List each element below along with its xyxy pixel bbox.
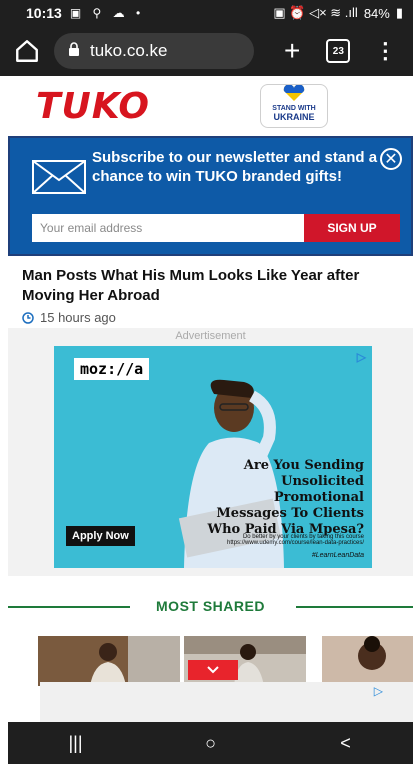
battery-level: 84% [363,5,390,21]
adchoices-icon[interactable]: ▷ [357,350,366,364]
home-button[interactable]: ○ [191,733,231,754]
battery-icon: ▮ [395,5,403,20]
collapse-ad-button[interactable] [188,660,238,680]
address-bar[interactable]: tuko.co.ke [54,33,254,69]
article-card[interactable]: Man Posts What His Mum Looks Like Year a… [22,266,402,325]
status-time: 10:13 [26,5,62,21]
status-notification-icons: ▣ ⚲ ☁ • [69,6,145,20]
clock-icon [22,311,34,324]
ad-headline: Are You Sending Unsolicited Promotional … [207,458,364,537]
close-icon[interactable]: ✕ [380,148,402,170]
thumbnail-3[interactable] [322,636,413,686]
article-time: 15 hours ago [40,310,116,325]
site-header: TUKO STAND WITH UKRAINE [0,76,413,134]
advertisement-box: Advertisement moz://a ▷ Are You Sending … [8,328,413,576]
lock-icon [68,41,80,61]
most-shared-heading: MOST SHARED [8,596,413,616]
ukraine-heart-icon [261,84,327,105]
tuko-logo[interactable]: TUKO [36,86,150,127]
android-nav-bar: ||| ○ < [8,722,413,764]
apply-now-button[interactable]: Apply Now [66,526,135,546]
back-button[interactable]: < [326,733,366,754]
home-icon[interactable] [14,38,40,64]
email-input[interactable] [32,214,304,242]
adchoices-icon[interactable]: ▷ [374,684,383,698]
envelope-icon [32,160,86,194]
status-bar: 10:13 ▣ ⚲ ☁ • ▣ ⏰ ◁× ≋ .ıll 84% ▮ [0,0,413,26]
recents-button[interactable]: ||| [56,733,96,754]
article-meta: 15 hours ago [22,310,402,325]
newsletter-title: Subscribe to our newsletter and stand a … [92,149,378,185]
advertisement-label: Advertisement [175,330,246,342]
url-text: tuko.co.ke [90,41,168,60]
new-tab-button[interactable]: + [284,37,300,65]
status-system-icons: ▣ ⏰ ◁× ≋ .ıll [273,5,358,20]
signup-button[interactable]: SIGN UP [304,214,400,242]
thumbnail-1[interactable] [38,636,180,686]
newsletter-banner: Subscribe to our newsletter and stand a … [8,136,413,256]
article-headline[interactable]: Man Posts What His Mum Looks Like Year a… [22,266,402,306]
bottom-ad-banner[interactable]: ▷ [40,682,413,722]
browser-toolbar: tuko.co.ke + 23 ⋮ [0,26,413,76]
ukraine-text-bottom: UKRAINE [273,112,315,122]
ad-hashtag: #LearnLeanData [311,552,364,559]
mozilla-logo: moz://a [74,358,150,380]
ukraine-text-top: STAND WITH [272,105,316,112]
chevron-down-icon [207,666,219,674]
divider-right [296,606,413,608]
divider-left [8,606,130,608]
tab-switcher-button[interactable]: 23 [326,39,351,63]
status-right: ▣ ⏰ ◁× ≋ .ıll 84% ▮ [273,5,403,21]
most-shared-label: MOST SHARED [156,598,265,614]
ad-image[interactable]: moz://a ▷ Are You Sending Unsolicited Pr… [54,346,372,568]
ad-small-text: Do better by your clients by taking this… [227,534,364,546]
browser-menu-button[interactable]: ⋮ [374,38,396,64]
stand-with-ukraine-badge[interactable]: STAND WITH UKRAINE [260,84,328,128]
